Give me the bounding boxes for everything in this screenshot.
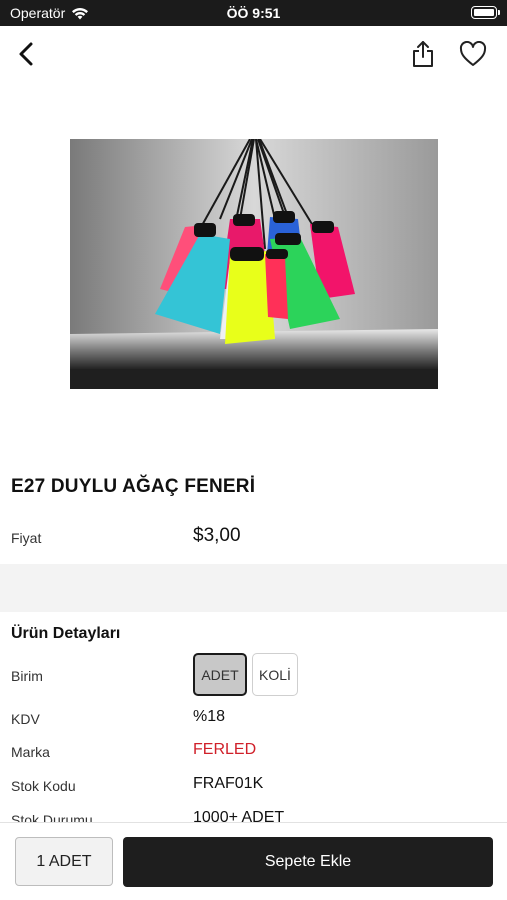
favorite-button[interactable]: [457, 38, 489, 70]
product-photo: [70, 139, 438, 389]
section-divider: [0, 564, 507, 612]
stock-code-label: Stok Kodu: [11, 778, 76, 794]
price-value: $3,00: [193, 525, 241, 546]
stock-code-row: Stok Kodu FRAF01K: [11, 774, 491, 800]
add-to-cart-button[interactable]: Sepete Ekle: [123, 837, 493, 887]
stock-code-value: FRAF01K: [193, 775, 264, 792]
price-row: Fiyat $3,00: [11, 522, 491, 552]
nav-bar: [0, 26, 507, 82]
unit-row: Birim: [11, 664, 491, 690]
back-button[interactable]: [10, 38, 42, 70]
share-button[interactable]: [407, 38, 439, 70]
status-bar: Operatör ÖÖ 9:51: [0, 0, 507, 26]
price-label: Fiyat: [11, 530, 42, 546]
product-image[interactable]: [70, 139, 438, 389]
vat-value: %18: [193, 708, 226, 725]
vat-row: KDV %18: [11, 707, 491, 733]
chevron-left-icon: [19, 42, 33, 66]
unit-label: Birim: [11, 668, 43, 684]
bottom-action-bar: 1 ADET Sepete Ekle: [0, 822, 507, 900]
brand-value[interactable]: FERLED: [193, 741, 256, 759]
vat-label: KDV: [11, 711, 40, 727]
unit-option-adet[interactable]: ADET: [193, 653, 247, 696]
heart-icon: [459, 41, 487, 66]
share-icon: [413, 41, 433, 67]
unit-option-koli[interactable]: KOLİ: [252, 653, 298, 696]
brand-row: Marka FERLED: [11, 740, 491, 766]
battery-icon: [471, 6, 500, 19]
product-title: E27 DUYLU AĞAÇ FENERİ: [11, 476, 256, 497]
details-title: Ürün Detayları: [11, 625, 121, 642]
brand-label: Marka: [11, 744, 50, 760]
quantity-button[interactable]: 1 ADET: [15, 837, 113, 886]
status-time: ÖÖ 9:51: [226, 5, 281, 21]
